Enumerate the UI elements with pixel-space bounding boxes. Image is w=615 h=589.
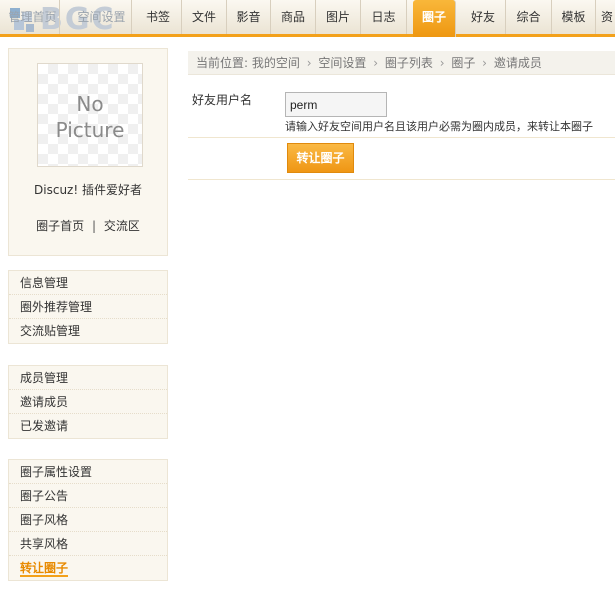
sidebar-menu-members: 成员管理 邀请成员 已发邀请 (8, 365, 168, 439)
nav-item-goods[interactable]: 商品 (271, 0, 316, 34)
breadcrumb-item-space-settings[interactable]: 空间设置 (318, 56, 366, 70)
nav-item-bookmarks[interactable]: 书签 (135, 0, 182, 34)
nav-item-blog[interactable]: 日志 (361, 0, 407, 34)
sidebar-item-transfer-circle[interactable]: 转让圈子 (9, 556, 167, 580)
breadcrumb-prefix: 当前位置: (196, 56, 249, 70)
link-separator: | (91, 219, 97, 233)
sidebar-item-member-manage[interactable]: 成员管理 (9, 366, 167, 390)
sidebar-item-circle-properties[interactable]: 圈子属性设置 (9, 460, 167, 484)
profile-card: No Picture Discuz! 插件爱好者 圈子首页 | 交流区 (8, 48, 168, 256)
friend-username-hint: 请输入好友空间用户名且该用户必需为圈内成员，来转让本圈子 (285, 120, 593, 133)
sidebar-menu-info: 信息管理 圈外推荐管理 交流贴管理 (8, 270, 168, 344)
sidebar-item-circle-style[interactable]: 圈子风格 (9, 508, 167, 532)
sidebar-item-external-recommend[interactable]: 圈外推荐管理 (9, 295, 167, 319)
breadcrumb-item-circle[interactable]: 圈子 (451, 56, 475, 70)
breadcrumb-separator: › (306, 56, 312, 70)
breadcrumb-item-circle-list[interactable]: 圈子列表 (385, 56, 433, 70)
sidebar-item-shared-style[interactable]: 共享风格 (9, 532, 167, 556)
breadcrumb-item-invite-members: 邀请成员 (493, 56, 542, 70)
nav-item-space-settings[interactable]: 空间设置 (72, 0, 132, 34)
friend-username-input[interactable] (285, 92, 387, 117)
nav-item-general[interactable]: 综合 (506, 0, 552, 34)
nav-item-circle[interactable]: 圈子 (413, 0, 456, 37)
breadcrumb: 当前位置: 我的空间 › 空间设置 › 圈子列表 › 圈子 › 邀请成员 (188, 51, 615, 75)
no-picture-line1: No (76, 92, 104, 116)
nav-item-photos[interactable]: 图片 (316, 0, 361, 34)
nav-item-friends[interactable]: 好友 (461, 0, 506, 34)
sidebar-item-transfer-label: 转让圈子 (20, 561, 69, 577)
top-nav-bar: BGC 管理首页 空间设置 书签 文件 影音 商品 图片 日志 圈子 好友 综合… (0, 0, 615, 37)
sidebar-item-info-manage[interactable]: 信息管理 (9, 271, 167, 295)
breadcrumb-item-my-space[interactable]: 我的空间 (252, 56, 300, 70)
nav-item-admin-home[interactable]: 管理首页 (6, 0, 60, 34)
no-picture-line2: Picture (55, 118, 125, 142)
transfer-circle-button[interactable]: 转让圈子 (287, 143, 354, 173)
sidebar-item-invite-members[interactable]: 邀请成员 (9, 390, 167, 414)
sidebar-item-circle-announcement[interactable]: 圈子公告 (9, 484, 167, 508)
circle-home-link[interactable]: 圈子首页 (36, 219, 84, 233)
friend-username-label: 好友用户名 (192, 93, 253, 107)
nav-item-templates[interactable]: 模板 (552, 0, 596, 34)
nav-item-media[interactable]: 影音 (227, 0, 271, 34)
sidebar-item-sent-invites[interactable]: 已发邀请 (9, 414, 167, 438)
profile-links: 圈子首页 | 交流区 (9, 217, 167, 234)
divider (188, 179, 615, 180)
nav-item-files[interactable]: 文件 (182, 0, 227, 34)
breadcrumb-separator: › (439, 56, 445, 70)
forum-link[interactable]: 交流区 (104, 219, 140, 233)
avatar-placeholder: No Picture (37, 63, 143, 167)
breadcrumb-separator: › (482, 56, 487, 70)
divider (188, 137, 615, 138)
sidebar-item-posts-manage[interactable]: 交流贴管理 (9, 319, 167, 343)
profile-name: Discuz! 插件爱好者 (34, 183, 142, 197)
nav-item-more[interactable]: 资 (599, 0, 615, 34)
sidebar-menu-settings: 圈子属性设置 圈子公告 圈子风格 共享风格 转让圈子 (8, 459, 168, 581)
breadcrumb-separator: › (373, 56, 379, 70)
